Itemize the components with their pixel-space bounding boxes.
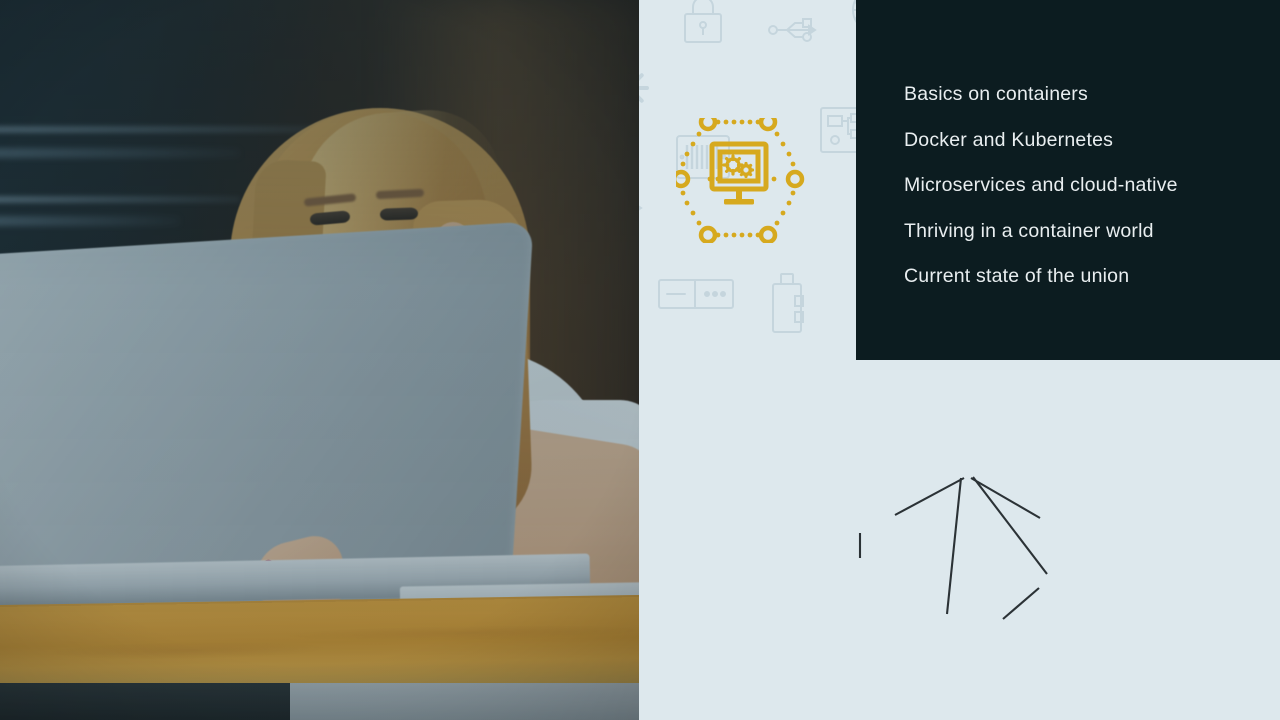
agenda-list: Basics on containers Docker and Kubernet…	[904, 72, 1264, 300]
monitor-gears-network-icon	[676, 118, 805, 243]
edge-web-search	[894, 477, 965, 516]
agenda-item-microservices-and-cloud-native: Microservices and cloud-native	[904, 174, 1178, 196]
edge-web-auth	[970, 477, 1041, 519]
presentation-slide: Basics on containers Docker and Kubernet…	[0, 0, 1280, 720]
photo-vignette	[0, 0, 639, 720]
edge-cart-checkout	[1002, 587, 1040, 620]
agenda-item-docker-and-kubernetes: Docker and Kubernetes	[904, 128, 1114, 151]
edge-web-cart	[972, 476, 1048, 575]
edge-web-checkout	[945, 477, 963, 615]
microservices-diagram-panel: Web Search Stock Auth Cart Check out On-…	[639, 360, 1280, 720]
agenda-panel: Basics on containers Docker and Kubernet…	[856, 0, 1280, 360]
agenda-item-thriving-in-a-container-world: Thriving in a container world	[904, 219, 1154, 242]
agenda-item-current-state-of-the-union: Current state of the union	[904, 265, 1130, 287]
presenter-photo	[0, 0, 639, 720]
agenda-item-basics-on-containers: Basics on containers	[904, 83, 1088, 105]
microservices-connector-lines	[858, 476, 1048, 620]
